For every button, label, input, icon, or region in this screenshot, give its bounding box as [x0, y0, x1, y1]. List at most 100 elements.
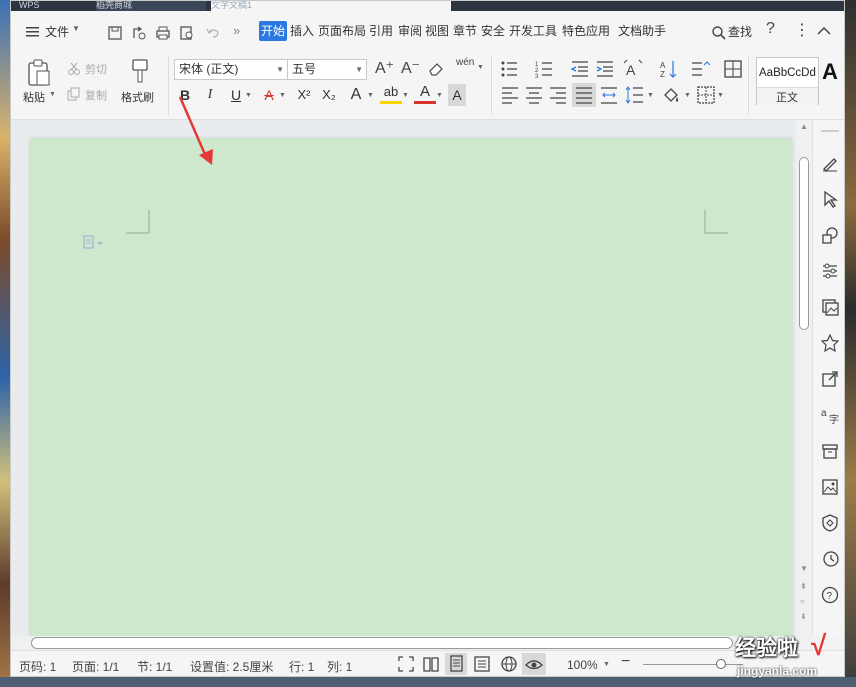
history-icon[interactable]	[821, 550, 839, 568]
tab-special-apps[interactable]: 特色应用	[561, 21, 611, 41]
grow-font-button[interactable]: A⁺	[375, 58, 394, 78]
tab-chapter[interactable]: 章节	[452, 21, 478, 41]
tab-wps[interactable]: WPS	[19, 1, 79, 11]
superscript-button[interactable]: X²	[293, 84, 315, 106]
status-section[interactable]: 节: 1/1	[137, 658, 172, 675]
next-page-icon[interactable]: ⇟	[800, 612, 807, 621]
text-direction-icon[interactable]: A	[623, 59, 643, 79]
star-icon[interactable]	[821, 334, 839, 352]
align-center-icon[interactable]	[524, 85, 544, 105]
tab-references[interactable]: 引用	[368, 21, 394, 41]
font-name-select[interactable]: 宋体 (正文) ▼	[174, 59, 288, 80]
justify-button[interactable]	[572, 83, 596, 107]
copy-button[interactable]: 复制	[85, 87, 107, 103]
style-gallery-normal[interactable]: AaBbCcDd 正文	[756, 57, 819, 105]
paragraph-options-icon[interactable]	[82, 235, 108, 251]
web-view-icon[interactable]	[500, 655, 518, 673]
line-spacing-icon[interactable]	[625, 85, 645, 105]
help-icon[interactable]: ?	[821, 586, 839, 604]
font-size-select[interactable]: 五号 ▼	[287, 59, 367, 80]
phonetic-guide-button[interactable]: wén	[456, 57, 474, 68]
outline-icon[interactable]	[473, 655, 491, 673]
scroll-up-icon[interactable]: ▲	[800, 122, 808, 131]
highlight-button[interactable]: ab	[380, 83, 402, 104]
archive-icon[interactable]	[821, 442, 839, 460]
eye-protect-button[interactable]	[522, 653, 546, 675]
print-icon[interactable]	[155, 25, 171, 41]
subscript-button[interactable]: X₂	[318, 84, 340, 106]
table-insert-icon[interactable]	[723, 59, 743, 79]
zoom-level-select[interactable]: 100%	[567, 658, 598, 672]
menu-icon[interactable]	[25, 25, 41, 39]
print-preview-icon[interactable]	[179, 25, 195, 41]
cursor-icon[interactable]	[821, 190, 839, 208]
paste-icon[interactable]	[26, 59, 52, 87]
zoom-out-button[interactable]: −	[621, 653, 630, 671]
zoom-slider-track[interactable]	[643, 664, 743, 665]
status-row[interactable]: 行: 1	[289, 658, 314, 675]
vertical-scrollbar[interactable]: ▲ ▼ ⇞ ○ ⇟	[796, 120, 812, 636]
border-icon[interactable]	[696, 85, 716, 105]
style-gallery-next[interactable]: A	[822, 59, 838, 85]
gallery-icon[interactable]	[821, 298, 839, 316]
share-icon[interactable]	[821, 370, 839, 388]
zoom-slider-thumb[interactable]	[716, 659, 726, 669]
char-shading-button[interactable]: A	[448, 84, 466, 106]
tab-document[interactable]: 文字文稿1	[211, 1, 451, 11]
scroll-down-icon[interactable]: ▼	[800, 564, 808, 573]
horizontal-scroll-thumb[interactable]	[31, 637, 733, 649]
brush-icon[interactable]	[129, 59, 151, 85]
indent-icon[interactable]	[595, 59, 615, 79]
horizontal-scrollbar[interactable]	[11, 636, 812, 650]
more-options-icon[interactable]: ⋮	[794, 20, 810, 40]
more-icon[interactable]: »	[233, 23, 240, 38]
format-painter-button[interactable]: 格式刷	[121, 89, 154, 105]
cut-button[interactable]: 剪切	[85, 61, 107, 77]
save-icon[interactable]	[107, 25, 123, 41]
tab-view[interactable]: 视图	[424, 21, 450, 41]
shrink-font-button[interactable]: A⁻	[401, 58, 420, 78]
tab-home[interactable]: 开始	[259, 21, 288, 41]
pen-icon[interactable]	[821, 154, 839, 172]
image-icon[interactable]	[821, 478, 839, 496]
search-icon[interactable]	[711, 25, 727, 41]
export-icon[interactable]	[131, 25, 147, 41]
shading-icon[interactable]	[661, 85, 681, 105]
underline-button[interactable]: U	[225, 84, 247, 106]
bullet-list-icon[interactable]	[500, 59, 520, 79]
tab-doc-assistant[interactable]: 文档助手	[617, 21, 667, 41]
numbered-list-icon[interactable]: 123	[535, 59, 555, 79]
font-color-button[interactable]: A	[414, 83, 436, 104]
align-left-icon[interactable]	[500, 85, 520, 105]
line-spacing-adjust-icon[interactable]	[690, 59, 710, 79]
file-menu[interactable]: 文件	[45, 23, 69, 40]
text-effect-button[interactable]: A	[345, 84, 367, 106]
status-setting-value[interactable]: 设置值: 2.5厘米	[190, 658, 273, 675]
eraser-icon[interactable]	[427, 61, 445, 77]
shield-icon[interactable]	[821, 514, 839, 532]
tab-docer[interactable]: 稻壳商城	[96, 1, 206, 11]
help-button[interactable]: ?	[766, 20, 775, 38]
prev-page-icon[interactable]: ⇞	[800, 582, 807, 591]
paste-button[interactable]: 粘贴	[23, 89, 45, 105]
vertical-scroll-thumb[interactable]	[799, 157, 809, 330]
select-browse-icon[interactable]: ○	[800, 597, 805, 606]
translate-icon[interactable]: a字	[821, 406, 839, 424]
tab-developer-tools[interactable]: 开发工具	[508, 21, 558, 41]
tab-page-layout[interactable]: 页面布局	[317, 21, 367, 41]
shapes-icon[interactable]	[821, 226, 839, 244]
sort-icon[interactable]: AZ	[659, 59, 679, 79]
align-right-icon[interactable]	[548, 85, 568, 105]
outdent-icon[interactable]	[570, 59, 590, 79]
undo-icon[interactable]	[205, 25, 221, 41]
strikethrough-button[interactable]: A	[258, 84, 280, 106]
read-mode-icon[interactable]	[422, 655, 440, 673]
status-pages[interactable]: 页面: 1/1	[72, 658, 119, 675]
distribute-icon[interactable]	[599, 85, 619, 105]
tab-review[interactable]: 审阅	[397, 21, 423, 41]
document-page[interactable]	[30, 138, 792, 636]
status-page-code[interactable]: 页码: 1	[19, 658, 56, 675]
status-col[interactable]: 列: 1	[327, 658, 352, 675]
adjust-icon[interactable]	[821, 262, 839, 280]
find-button[interactable]: 查找	[728, 23, 752, 40]
